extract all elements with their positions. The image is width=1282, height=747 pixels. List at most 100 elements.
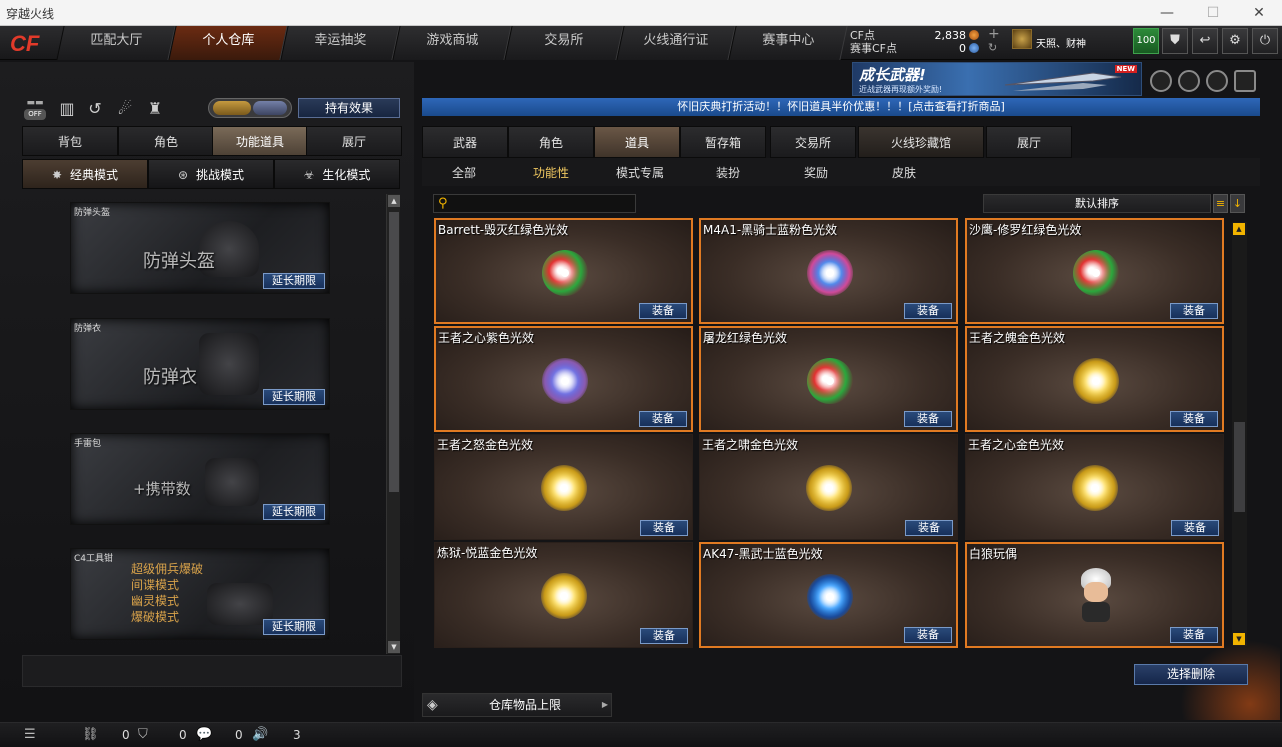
item-card[interactable]: M4A1-黑骑士蓝粉色光效 装备 [699, 218, 958, 324]
close-button[interactable]: ✕ [1236, 0, 1282, 26]
level-badge[interactable]: 100 [1133, 28, 1159, 54]
equip-button[interactable]: 装备 [1170, 303, 1218, 319]
w-logo-icon[interactable] [1234, 70, 1256, 92]
right-scrollbar[interactable]: ▲ ▼ [1232, 222, 1247, 646]
nav-tab-game-mall[interactable]: 游戏商城 [392, 26, 512, 60]
subtab-all[interactable]: 全部 [452, 164, 476, 181]
cf-logo[interactable]: CF [6, 30, 56, 56]
tab-character[interactable]: 角色 [118, 126, 214, 156]
scroll-up-icon[interactable]: ▲ [1233, 223, 1245, 235]
item-card[interactable]: 炼狱-悦蓝金色光效 装备 [434, 542, 693, 648]
subtab-mode-exclusive[interactable]: 模式专属 [616, 164, 664, 181]
item-card[interactable]: 王者之啸金色光效 装备 [699, 434, 958, 540]
gear-icon[interactable]: ⚙ [1222, 28, 1248, 54]
extend-button[interactable]: 延长期限 [263, 389, 325, 405]
add-cf-icon[interactable]: + [988, 26, 1000, 42]
equip-button[interactable]: 装备 [1171, 520, 1219, 536]
item-card[interactable]: 王者之心金色光效 装备 [965, 434, 1224, 540]
nav-tab-match-lobby[interactable]: 匹配大厅 [56, 26, 176, 60]
nav-tab-event-center[interactable]: 赛事中心 [728, 26, 848, 60]
select-delete-button[interactable]: 选择删除 [1134, 664, 1248, 685]
mode-challenge[interactable]: ⊛ 挑战模式 [148, 159, 274, 189]
growth-weapon-banner[interactable]: 成长武器! 近战武器再现额外奖励! NEW [852, 62, 1142, 96]
history-icon[interactable]: ↺ [84, 98, 106, 120]
slot-c4-tool[interactable]: C4工具钳 超级佣兵爆破 间谍模式 幽灵模式 爆破模式 延长期限 [70, 548, 330, 640]
sort-arrow-icon[interactable]: ↓ [1230, 194, 1245, 213]
owned-effect-button[interactable]: 持有效果 [298, 98, 400, 118]
extend-button[interactable]: 延长期限 [263, 504, 325, 520]
tab-weapons[interactable]: 武器 [422, 126, 508, 158]
item-card[interactable]: 王者之心紫色光效 装备 [434, 326, 693, 432]
crown-shield-icon[interactable] [1150, 70, 1172, 92]
equip-button[interactable]: 装备 [639, 411, 687, 427]
left-scrollbar[interactable]: ▲ ▼ [386, 194, 400, 654]
equip-button[interactable]: 装备 [904, 303, 952, 319]
item-card[interactable]: 王者之魄金色光效 装备 [965, 326, 1224, 432]
chat-icon[interactable]: 💬 [196, 727, 212, 742]
extend-button[interactable]: 延长期限 [263, 273, 325, 289]
equip-button[interactable]: 装备 [640, 628, 688, 644]
ranking-icon[interactable]: ▥ [56, 98, 78, 120]
extend-button[interactable]: 延长期限 [263, 619, 325, 635]
mode-classic[interactable]: ✸ 经典模式 [22, 159, 148, 189]
nav-tab-personal-storage[interactable]: 个人仓库 [168, 26, 288, 60]
slot-helmet[interactable]: 防弹头盔 防弹头盔 延长期限 [70, 202, 330, 294]
item-card[interactable]: 王者之怒金色光效 装备 [434, 434, 693, 540]
minimize-button[interactable]: — [1144, 0, 1190, 26]
subtab-rewards[interactable]: 奖励 [804, 164, 828, 181]
equip-button[interactable]: 装备 [640, 520, 688, 536]
scroll-thumb[interactable] [1234, 422, 1245, 512]
friends-icon[interactable]: ⛓ [82, 727, 99, 742]
tab-temp-box[interactable]: 暂存箱 [680, 126, 766, 158]
power-icon[interactable]: ⏻ [1252, 28, 1278, 54]
avatar[interactable] [1012, 29, 1032, 49]
back-icon[interactable]: ↩ [1192, 28, 1218, 54]
equip-button[interactable]: 装备 [1170, 411, 1218, 427]
sort-select[interactable]: 默认排序 [983, 194, 1211, 213]
equip-button[interactable]: 装备 [905, 520, 953, 536]
scroll-up-icon[interactable]: ▲ [388, 195, 400, 207]
tab-backpack[interactable]: 背包 [22, 126, 118, 156]
subtab-skins[interactable]: 皮肤 [892, 164, 916, 181]
speaker-icon[interactable]: 🔊 [252, 727, 268, 742]
sale-notice[interactable]: 怀旧庆典打折活动！！怀旧道具半价优惠！！！[点击查看打折商品] [422, 98, 1260, 116]
equip-button[interactable]: 装备 [904, 411, 952, 427]
nav-tab-battle-pass[interactable]: 火线通行证 [616, 26, 736, 60]
tab-character[interactable]: 角色 [508, 126, 594, 158]
sound-toggle[interactable]: ▬▬ OFF [24, 98, 46, 120]
tab-collection-hall[interactable]: 火线珍藏馆 [858, 126, 984, 158]
equip-button[interactable]: 装备 [904, 627, 952, 643]
tab-showroom[interactable]: 展厅 [986, 126, 1072, 158]
subtab-functional[interactable]: 功能性 [533, 164, 569, 181]
maximize-button[interactable]: ☐ [1190, 0, 1236, 26]
scroll-down-icon[interactable]: ▼ [388, 641, 400, 653]
subtab-costume[interactable]: 装扮 [716, 164, 740, 181]
scroll-thumb[interactable] [389, 212, 399, 492]
tab-showroom[interactable]: 展厅 [306, 126, 402, 156]
medal-icon[interactable] [1206, 70, 1228, 92]
slot-grenade-pack[interactable]: 手雷包 +携带数 延长期限 [70, 433, 330, 525]
equip-button[interactable]: 装备 [639, 303, 687, 319]
tab-items[interactable]: 道具 [594, 126, 680, 158]
rank-shield-icon[interactable]: ⛊ [1162, 28, 1188, 54]
slot-body-armor[interactable]: 防弹衣 防弹衣 延长期限 [70, 318, 330, 410]
tab-function-items[interactable]: 功能道具 [212, 126, 308, 156]
nav-tab-lucky-draw[interactable]: 幸运抽奖 [280, 26, 400, 60]
storage-limit-button[interactable]: ◈ 仓库物品上限 ▶ [422, 693, 612, 717]
globe-icon[interactable] [1178, 70, 1200, 92]
runner-icon[interactable]: ☄ [114, 98, 136, 120]
item-card[interactable]: 屠龙红绿色光效 装备 [699, 326, 958, 432]
tab-exchange[interactable]: 交易所 [770, 126, 856, 158]
item-card[interactable]: Barrett-毁灭红绿色光效 装备 [434, 218, 693, 324]
nav-tab-exchange[interactable]: 交易所 [504, 26, 624, 60]
menu-list-icon[interactable]: ☰ [24, 727, 36, 742]
item-card[interactable]: 沙鹰-修罗红绿色光效 装备 [965, 218, 1224, 324]
view-toggle[interactable] [208, 98, 292, 118]
clan-shield-icon[interactable]: ⛉ [138, 727, 148, 742]
item-card[interactable]: AK47-黑武士蓝色光效 装备 [699, 542, 958, 648]
search-input[interactable]: ⚲ [433, 194, 636, 213]
list-view-icon[interactable]: ≡ [1213, 194, 1228, 213]
refresh-icon[interactable]: ↻ [988, 41, 997, 54]
mode-zombie[interactable]: ☣ 生化模式 [274, 159, 400, 189]
item-card[interactable]: 白狼玩偶 装备 [965, 542, 1224, 648]
